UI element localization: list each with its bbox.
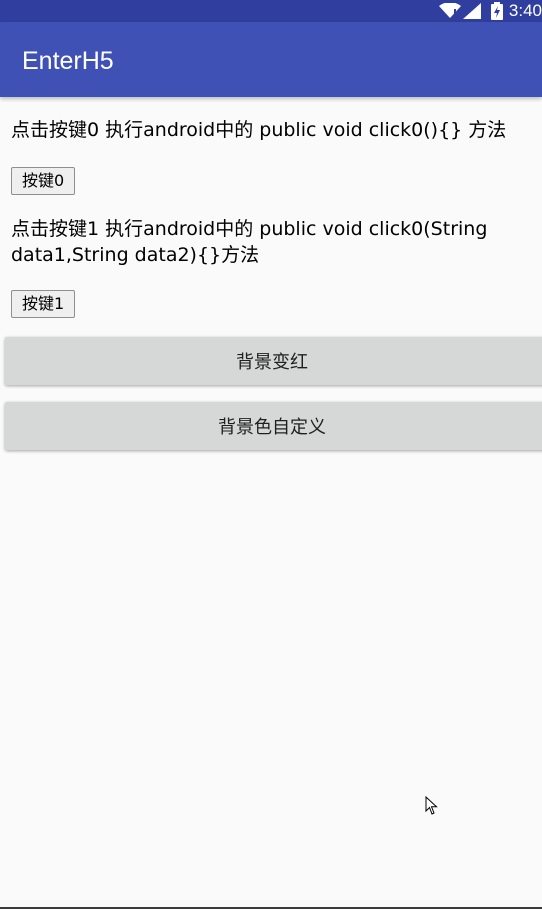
battery-charging-icon — [490, 2, 503, 20]
app-bar: EnterH5 — [0, 22, 542, 97]
click0-description: 点击按键0 执行android中的 public void click0(){}… — [11, 119, 507, 141]
key0-button[interactable]: 按键0 — [11, 167, 76, 195]
background-custom-button[interactable]: 背景色自定义 — [5, 402, 542, 450]
status-bar: 3:40 — [0, 0, 542, 22]
background-red-button[interactable]: 背景变红 — [5, 337, 542, 385]
wifi-icon — [438, 3, 461, 19]
key1-button[interactable]: 按键1 — [11, 290, 76, 318]
mouse-cursor-icon — [425, 795, 439, 820]
app-title: EnterH5 — [22, 47, 114, 75]
signal-icon — [462, 3, 481, 19]
status-icons: 3:40 — [438, 0, 542, 22]
status-time: 3:40 — [508, 1, 542, 20]
click1-description: 点击按键1 执行android中的 public void click0(Str… — [11, 218, 488, 266]
